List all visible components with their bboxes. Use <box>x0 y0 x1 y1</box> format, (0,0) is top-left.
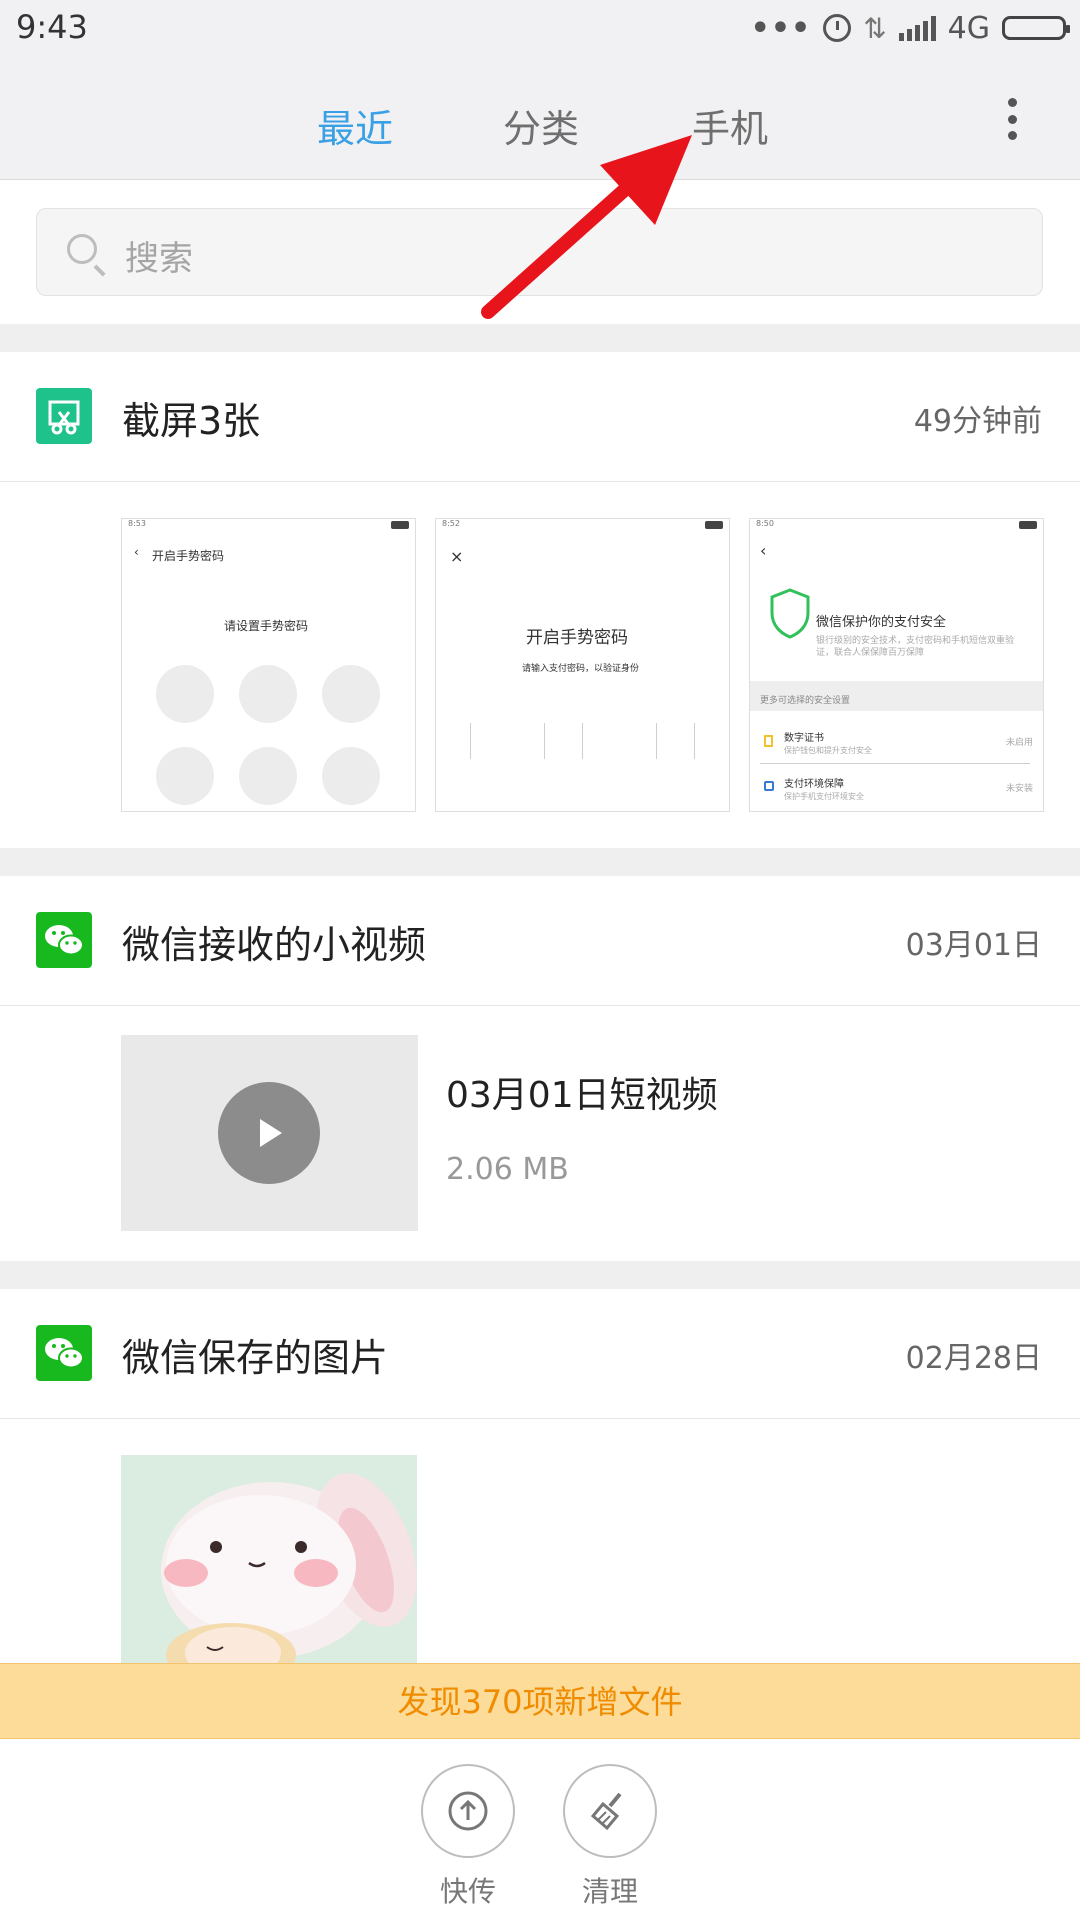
action-circle <box>563 1764 657 1858</box>
wechat-icon <box>36 912 92 968</box>
pin-divider <box>544 723 545 759</box>
more-notifications-icon: ••• <box>750 10 812 46</box>
thumb-subtitle: 请输入支付密码，以验证身份 <box>522 664 640 674</box>
play-icon <box>218 1082 320 1184</box>
gesture-dot <box>239 665 297 723</box>
section-divider <box>0 848 1080 876</box>
shield-icon <box>770 588 810 639</box>
data-transfer-icon: ⇅ <box>863 11 887 45</box>
thumb-status-bar: 8:53 <box>122 519 415 533</box>
group-header-screenshots[interactable]: 截屏3张 49分钟前 <box>0 352 1080 482</box>
thumb-row-title: 支付环境保障 <box>784 779 844 790</box>
network-type: 4G <box>947 10 990 46</box>
gesture-dot <box>322 665 380 723</box>
group-title: 微信接收的小视频 <box>122 923 427 967</box>
video-thumbnail[interactable] <box>121 1035 418 1231</box>
thumb-subtitle: 银行级别的安全技术，支付密码和手机短信双重验证，联合人保保障百万保障 <box>816 636 1015 658</box>
group-header-wechat-images[interactable]: 微信保存的图片 02月28日 <box>0 1289 1080 1419</box>
annotation-arrow <box>481 135 692 319</box>
tab-recent[interactable]: 最近 <box>317 98 393 153</box>
bunny-illustration <box>121 1455 417 1665</box>
group-title: 微信保存的图片 <box>122 1336 389 1380</box>
thumb-row-desc: 保护钱包和提升支付安全 <box>784 746 872 755</box>
wechat-icon <box>36 1325 92 1381</box>
screenshot-scissors-icon <box>36 388 92 444</box>
pin-divider <box>694 723 695 759</box>
group-header-wechat-videos[interactable]: 微信接收的小视频 03月01日 <box>0 876 1080 1006</box>
video-name[interactable]: 03月01日短视频 <box>446 1066 718 1118</box>
new-files-banner[interactable]: 发现370项新增文件 <box>0 1663 1080 1739</box>
thumb-row-title: 数字证书 <box>784 733 824 744</box>
gesture-dot <box>322 747 380 805</box>
thumb-row-desc: 保护手机支付环境安全 <box>784 792 864 801</box>
status-time: 9:43 <box>16 8 88 46</box>
pin-divider <box>656 723 657 759</box>
screenshot-thumb-1[interactable]: 8:53 ‹ 开启手势密码 请设置手势密码 <box>121 518 416 812</box>
thumb-back-icon: ‹ <box>760 541 767 560</box>
status-icons: ••• ⇅ 4G <box>750 8 1070 48</box>
thumb-title: 微信保护你的支付安全 <box>816 615 947 630</box>
thumb-status-bar: 8:50 <box>750 519 1043 533</box>
thumb-row-state: 未安装 <box>1005 784 1033 794</box>
thumb-title: 开启手势密码 <box>526 628 628 648</box>
certificate-icon <box>764 735 773 747</box>
action-label: 快传 <box>439 1875 496 1908</box>
gesture-dot <box>156 747 214 805</box>
screenshot-thumb-2[interactable]: 8:52 × 开启手势密码 请输入支付密码，以验证身份 <box>435 518 730 812</box>
group-date: 49分钟前 <box>913 404 1042 439</box>
shield-small-icon <box>764 781 774 791</box>
thumb-section-title: 更多可选择的安全设置 <box>760 696 851 706</box>
gesture-dot <box>239 747 297 805</box>
gesture-dot <box>156 665 214 723</box>
action-label: 清理 <box>581 1875 638 1908</box>
group-title: 截屏3张 <box>122 399 261 443</box>
more-options-icon[interactable] <box>1006 98 1018 140</box>
thumb-status-bar: 8:52 <box>436 519 729 533</box>
status-bar: 9:43 ••• ⇅ 4G <box>0 0 1080 58</box>
upload-icon <box>448 1791 488 1831</box>
quick-send-button[interactable]: 快传 <box>421 1764 515 1910</box>
action-circle <box>421 1764 515 1858</box>
search-icon <box>67 234 97 264</box>
thumb-time: 8:53 <box>128 519 146 528</box>
search-placeholder: 搜索 <box>125 239 193 279</box>
thumb-subtitle: 请设置手势密码 <box>224 619 309 633</box>
thumb-title: 开启手势密码 <box>152 549 225 563</box>
signal-icon <box>898 15 936 41</box>
group-date: 02月28日 <box>905 1341 1042 1376</box>
thumb-section-bar: 更多可选择的安全设置 <box>750 681 1043 711</box>
thumb-close-icon: × <box>450 547 464 566</box>
pin-divider <box>582 723 583 759</box>
group-date: 03月01日 <box>905 928 1042 963</box>
thumb-back-icon: ‹ <box>134 545 139 559</box>
thumb-row-state: 未启用 <box>1005 738 1033 748</box>
banner-text: 发现370项新增文件 <box>397 1683 683 1721</box>
image-thumbnail[interactable] <box>121 1455 417 1665</box>
screenshot-thumb-3[interactable]: 8:50 ‹ 微信保护你的支付安全 银行级别的安全技术，支付密码和手机短信双重验… <box>749 518 1044 812</box>
clean-button[interactable]: 清理 <box>563 1764 657 1910</box>
row-divider <box>760 763 1030 764</box>
battery-icon <box>1002 16 1070 40</box>
bottom-action-bar: 快传 清理 <box>0 1739 1080 1920</box>
thumb-time: 8:52 <box>442 519 460 528</box>
thumb-time: 8:50 <box>756 519 774 528</box>
pin-divider <box>470 723 471 759</box>
broom-icon <box>590 1792 622 1831</box>
section-divider <box>0 1261 1080 1289</box>
video-size: 2.06 MB <box>446 1152 569 1187</box>
alarm-icon <box>823 14 852 42</box>
